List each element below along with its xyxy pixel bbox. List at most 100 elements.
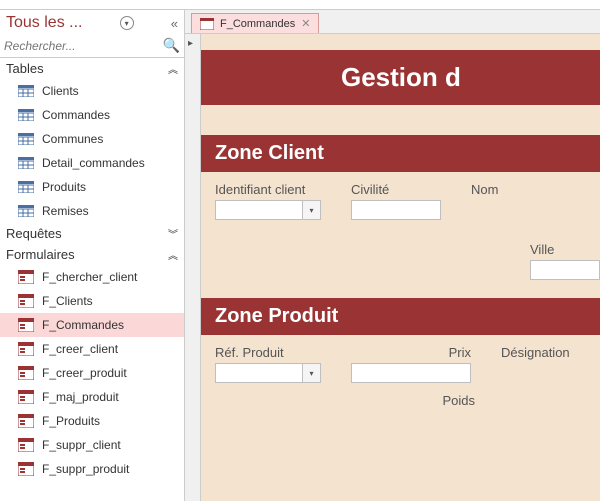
ref-produit-input[interactable] xyxy=(215,363,303,383)
prix-label: Prix xyxy=(351,345,471,360)
navigation-pane: Tous les ... ▾ « 🔍 Tables ︽ Clients Comm… xyxy=(0,10,185,501)
nav-item-label: F_maj_produit xyxy=(42,390,119,404)
section-client-heading: Zone Client xyxy=(201,135,600,172)
designation-label: Désignation xyxy=(501,345,570,360)
table-icon xyxy=(18,204,34,218)
nav-item-label: Commandes xyxy=(42,108,110,122)
form-icon xyxy=(18,366,34,380)
nav-title: Tous les ... xyxy=(6,14,82,32)
form-icon xyxy=(18,390,34,404)
tab-label: F_Commandes xyxy=(220,18,295,30)
table-item-communes[interactable]: Communes xyxy=(0,127,184,151)
nav-collapse-icon[interactable]: « xyxy=(171,16,178,31)
chevron-down-icon: ︾ xyxy=(168,226,176,241)
nav-item-label: F_Commandes xyxy=(42,318,124,332)
ville-input[interactable] xyxy=(530,260,600,280)
form-item-maj-produit[interactable]: F_maj_produit xyxy=(0,385,184,409)
ref-produit-combo[interactable]: ▾ xyxy=(215,363,321,383)
table-item-remises[interactable]: Remises xyxy=(0,199,184,223)
client-fields-row2: Ville xyxy=(201,220,600,280)
field-ville: Ville xyxy=(530,242,600,280)
form-item-creer-produit[interactable]: F_creer_produit xyxy=(0,361,184,385)
form-item-produits[interactable]: F_Produits xyxy=(0,409,184,433)
nav-dropdown-icon[interactable]: ▾ xyxy=(120,16,134,30)
form-icon xyxy=(18,318,34,332)
field-prix: Prix xyxy=(351,345,471,383)
form-item-clients[interactable]: F_Clients xyxy=(0,289,184,313)
group-tables[interactable]: Tables ︽ xyxy=(0,58,184,79)
civilite-label: Civilité xyxy=(351,182,441,197)
field-identifiant-client: Identifiant client ▾ xyxy=(215,182,321,220)
ref-produit-label: Réf. Produit xyxy=(215,345,321,360)
form-title: Gestion d xyxy=(201,50,600,105)
field-nom: Nom xyxy=(471,182,498,197)
close-icon[interactable]: ✕ xyxy=(301,17,310,30)
chevron-down-icon[interactable]: ▾ xyxy=(303,200,321,220)
table-item-clients[interactable]: Clients xyxy=(0,79,184,103)
nav-item-label: Communes xyxy=(42,132,103,146)
search-input[interactable] xyxy=(4,39,163,53)
search-icon[interactable]: 🔍 xyxy=(163,37,180,54)
document-area: F_Commandes ✕ ▸ Gestion d Zone Client Id… xyxy=(185,10,600,501)
form-item-creer-client[interactable]: F_creer_client xyxy=(0,337,184,361)
client-fields-row1: Identifiant client ▾ Civilité Nom xyxy=(201,172,600,220)
table-icon xyxy=(18,108,34,122)
table-icon xyxy=(18,180,34,194)
nav-item-label: F_Clients xyxy=(42,294,93,308)
form-item-suppr-client[interactable]: F_suppr_client xyxy=(0,433,184,457)
nav-item-label: F_suppr_client xyxy=(42,438,121,452)
produit-fields-row2: Poids xyxy=(201,383,600,408)
table-icon xyxy=(18,156,34,170)
form-icon xyxy=(18,438,34,452)
form-item-suppr-produit[interactable]: F_suppr_produit xyxy=(0,457,184,481)
nav-item-label: F_suppr_produit xyxy=(42,462,129,476)
identifiant-client-combo[interactable]: ▾ xyxy=(215,200,321,220)
poids-label: Poids xyxy=(355,393,475,408)
form-item-commandes[interactable]: F_Commandes xyxy=(0,313,184,337)
group-requetes[interactable]: Requêtes ︾ xyxy=(0,223,184,244)
nav-item-label: F_Produits xyxy=(42,414,100,428)
chevron-up-icon: ︽ xyxy=(168,61,176,76)
record-selector[interactable]: ▸ xyxy=(185,34,201,501)
civilite-input[interactable] xyxy=(351,200,441,220)
identifiant-client-label: Identifiant client xyxy=(215,182,321,197)
record-marker-icon: ▸ xyxy=(188,38,193,49)
ville-label: Ville xyxy=(530,242,600,257)
group-formulaires-label: Formulaires xyxy=(6,247,75,262)
table-icon xyxy=(18,132,34,146)
nom-label: Nom xyxy=(471,182,498,197)
field-civilite: Civilité xyxy=(351,182,441,220)
nav-item-label: F_chercher_client xyxy=(42,270,137,284)
nav-search: 🔍 xyxy=(0,34,184,58)
nav-item-label: Remises xyxy=(42,204,89,218)
group-tables-label: Tables xyxy=(6,61,44,76)
produit-fields-row1: Réf. Produit ▾ Prix Désignation xyxy=(201,335,600,383)
table-item-produits[interactable]: Produits xyxy=(0,175,184,199)
field-ref-produit: Réf. Produit ▾ xyxy=(215,345,321,383)
table-item-detail-commandes[interactable]: Detail_commandes xyxy=(0,151,184,175)
nav-item-label: Produits xyxy=(42,180,86,194)
table-icon xyxy=(18,84,34,98)
form-icon xyxy=(18,462,34,476)
chevron-up-icon: ︽ xyxy=(168,247,176,262)
nav-header: Tous les ... ▾ « xyxy=(0,10,184,34)
nav-item-label: Clients xyxy=(42,84,79,98)
form-item-chercher-client[interactable]: F_chercher_client xyxy=(0,265,184,289)
tab-bar: F_Commandes ✕ xyxy=(185,10,600,34)
table-item-commandes[interactable]: Commandes xyxy=(0,103,184,127)
form-icon xyxy=(18,270,34,284)
nav-item-label: Detail_commandes xyxy=(42,156,145,170)
section-produit-heading: Zone Produit xyxy=(201,298,600,335)
tab-f-commandes[interactable]: F_Commandes ✕ xyxy=(191,13,319,33)
form-icon xyxy=(18,294,34,308)
identifiant-client-input[interactable] xyxy=(215,200,303,220)
form-icon xyxy=(200,18,214,30)
field-poids: Poids xyxy=(355,393,475,408)
form-canvas: Gestion d Zone Client Identifiant client… xyxy=(201,34,600,501)
chevron-down-icon[interactable]: ▾ xyxy=(303,363,321,383)
form-icon xyxy=(18,414,34,428)
prix-input[interactable] xyxy=(351,363,471,383)
form-icon xyxy=(18,342,34,356)
group-formulaires[interactable]: Formulaires ︽ xyxy=(0,244,184,265)
group-requetes-label: Requêtes xyxy=(6,226,62,241)
